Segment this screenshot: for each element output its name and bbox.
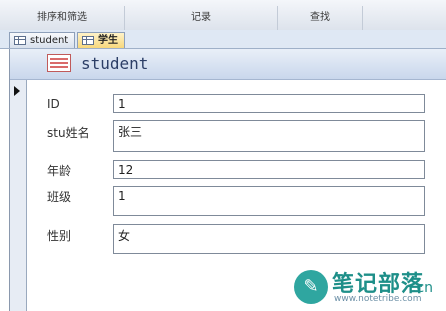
record-selector[interactable] <box>10 80 27 311</box>
field-label-gender: 性别 <box>47 229 72 243</box>
form-header-icon <box>47 54 71 72</box>
field-input-age[interactable]: 12 <box>113 160 425 179</box>
field-input-id[interactable]: 1 <box>113 94 425 113</box>
ribbon-separator <box>362 6 363 30</box>
form-header: student <box>10 49 446 80</box>
form-title: student <box>81 54 149 73</box>
site-watermark: ✎ 笔记部落 .cn www.notetribe.com <box>284 262 444 308</box>
ribbon-group-labels: 排序和筛选 记录 查找 <box>0 0 446 31</box>
field-input-name[interactable]: 张三 <box>113 120 425 152</box>
tab-xuesheng-label: 学生 <box>98 35 118 46</box>
watermark-url: www.notetribe.com <box>334 294 422 304</box>
tab-student[interactable]: student <box>9 32 75 48</box>
table-icon <box>14 36 26 45</box>
field-label-class: 班级 <box>47 190 72 204</box>
form-icon <box>82 36 94 45</box>
tab-student-label: student <box>30 35 69 46</box>
tab-xuesheng[interactable]: 学生 <box>77 32 125 48</box>
field-input-gender[interactable]: 女 <box>113 224 425 254</box>
ribbon-group-records: 记录 <box>191 12 211 23</box>
ribbon-group-sort-filter: 排序和筛选 <box>37 12 87 23</box>
field-label-id: ID <box>47 97 60 111</box>
ribbon-group-find: 查找 <box>310 12 330 23</box>
field-input-class[interactable]: 1 <box>113 186 425 216</box>
field-label-age: 年龄 <box>47 164 72 178</box>
document-tab-bar: student 学生 <box>0 30 446 49</box>
current-record-arrow-icon <box>14 86 20 96</box>
field-label-name: stu姓名 <box>47 126 90 140</box>
pencil-icon: ✎ <box>294 270 328 304</box>
